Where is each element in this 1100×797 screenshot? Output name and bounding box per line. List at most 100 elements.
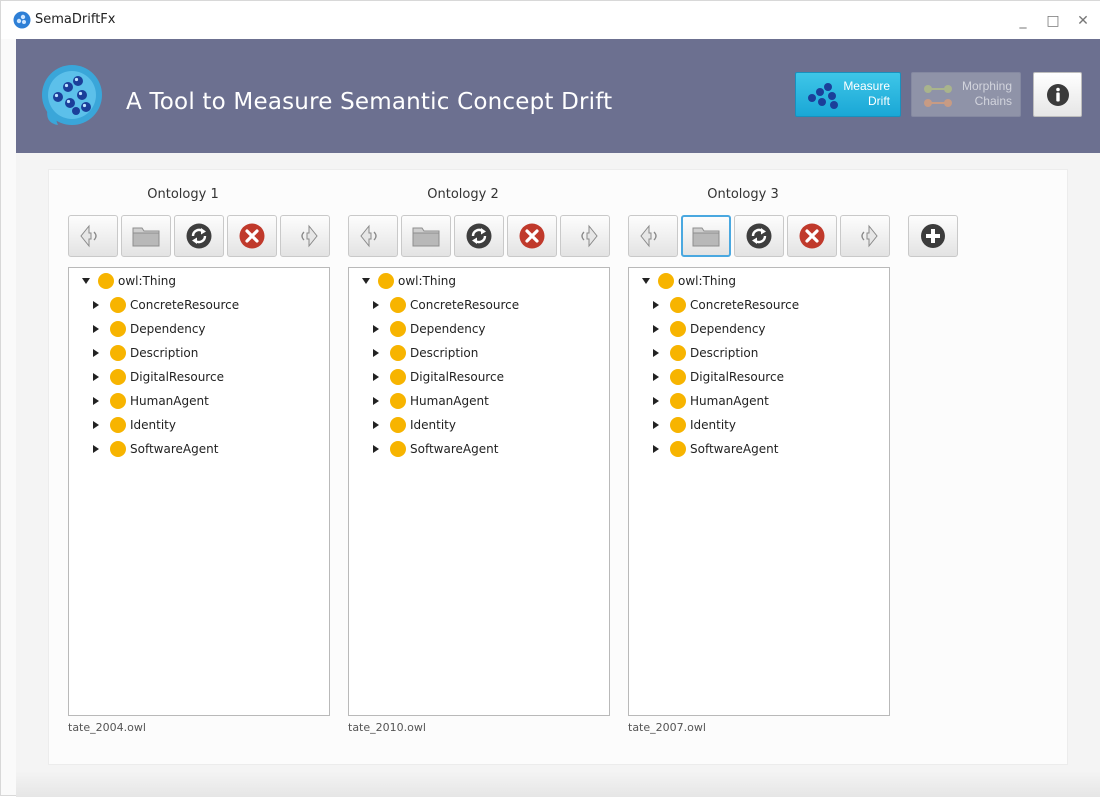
tree-row[interactable]: Identity [349, 415, 609, 435]
tree-row[interactable]: Dependency [69, 319, 329, 339]
tree-row[interactable]: Dependency [629, 319, 889, 339]
expand-arrow-icon[interactable] [373, 445, 379, 453]
remove-ontology-button[interactable] [787, 215, 837, 257]
tree-node-label: HumanAgent [410, 394, 489, 408]
expand-arrow-icon[interactable] [373, 301, 379, 309]
ontology-tree[interactable]: owl:Thing ConcreteResource Dependency De… [348, 267, 610, 716]
tree-node-label: Identity [130, 418, 176, 432]
expand-arrow-icon[interactable] [653, 373, 659, 381]
tree-row[interactable]: DigitalResource [69, 367, 329, 387]
expand-arrow-icon[interactable] [93, 325, 99, 333]
tree-row[interactable]: Dependency [349, 319, 609, 339]
morphing-chains-button[interactable]: Morphing Chains [911, 72, 1021, 117]
class-icon [670, 297, 686, 313]
expand-arrow-icon[interactable] [93, 445, 99, 453]
class-icon [670, 441, 686, 457]
expand-arrow-icon[interactable] [93, 421, 99, 429]
tree-row[interactable]: Description [629, 343, 889, 363]
collapse-arrow-icon[interactable] [362, 278, 370, 284]
close-window-button[interactable]: ✕ [1073, 11, 1093, 31]
class-icon [670, 369, 686, 385]
tree-row[interactable]: ConcreteResource [629, 295, 889, 315]
next-button[interactable] [840, 215, 890, 257]
reload-button[interactable] [454, 215, 504, 257]
next-button[interactable] [280, 215, 330, 257]
maximize-button[interactable]: □ [1043, 11, 1063, 31]
remove-ontology-button[interactable] [507, 215, 557, 257]
expand-arrow-icon[interactable] [373, 373, 379, 381]
minimize-button[interactable]: _ [1013, 11, 1033, 31]
class-icon [110, 345, 126, 361]
tree-row[interactable]: Description [349, 343, 609, 363]
tree-row[interactable]: Description [69, 343, 329, 363]
expand-arrow-icon[interactable] [93, 349, 99, 357]
add-ontology-button[interactable] [908, 215, 958, 257]
expand-arrow-icon[interactable] [653, 397, 659, 405]
ontology-title: Ontology 2 [427, 187, 499, 202]
ontology-file-name: tate_2010.owl [348, 721, 426, 734]
ontology-tree[interactable]: owl:Thing ConcreteResource Dependency De… [628, 267, 890, 716]
expand-arrow-icon[interactable] [373, 421, 379, 429]
expand-arrow-icon[interactable] [653, 445, 659, 453]
collapse-arrow-icon[interactable] [82, 278, 90, 284]
measure-drift-button[interactable]: Measure Drift [795, 72, 901, 117]
tree-row[interactable]: HumanAgent [349, 391, 609, 411]
page-title: A Tool to Measure Semantic Concept Drift [126, 89, 613, 115]
expand-arrow-icon[interactable] [93, 397, 99, 405]
refresh-icon [466, 223, 492, 249]
tree-row[interactable]: DigitalResource [349, 367, 609, 387]
tree-row[interactable]: Identity [629, 415, 889, 435]
refresh-icon [186, 223, 212, 249]
tree-row[interactable]: SoftwareAgent [629, 439, 889, 459]
expand-arrow-icon[interactable] [373, 325, 379, 333]
tree-root-row[interactable]: owl:Thing [629, 271, 889, 291]
previous-button[interactable] [348, 215, 398, 257]
open-file-button[interactable] [121, 215, 171, 257]
open-file-button[interactable] [401, 215, 451, 257]
class-icon [110, 441, 126, 457]
tree-row[interactable]: ConcreteResource [349, 295, 609, 315]
tree-row[interactable]: ConcreteResource [69, 295, 329, 315]
class-icon [98, 273, 114, 289]
class-icon [110, 369, 126, 385]
class-icon [390, 345, 406, 361]
previous-button[interactable] [68, 215, 118, 257]
tree-row[interactable]: SoftwareAgent [69, 439, 329, 459]
expand-arrow-icon[interactable] [373, 349, 379, 357]
expand-arrow-icon[interactable] [653, 301, 659, 309]
reload-button[interactable] [174, 215, 224, 257]
app-icon [13, 11, 31, 29]
tree-row[interactable]: SoftwareAgent [349, 439, 609, 459]
ontology-tree[interactable]: owl:Thing ConcreteResource Dependency De… [68, 267, 330, 716]
tree-row[interactable]: HumanAgent [69, 391, 329, 411]
chain-icon [924, 85, 952, 107]
reload-button[interactable] [734, 215, 784, 257]
collapse-arrow-icon[interactable] [642, 278, 650, 284]
expand-arrow-icon[interactable] [93, 301, 99, 309]
tree-node-label: Description [130, 346, 199, 360]
status-bar [16, 771, 1100, 797]
tree-root-row[interactable]: owl:Thing [349, 271, 609, 291]
remove-icon [519, 223, 545, 249]
info-button[interactable] [1033, 72, 1082, 117]
expand-arrow-icon[interactable] [93, 373, 99, 381]
expand-arrow-icon[interactable] [653, 421, 659, 429]
tree-row[interactable]: HumanAgent [629, 391, 889, 411]
tree-row[interactable]: Identity [69, 415, 329, 435]
expand-arrow-icon[interactable] [373, 397, 379, 405]
tree-node-label: SoftwareAgent [410, 442, 499, 456]
remove-ontology-button[interactable] [227, 215, 277, 257]
folder-icon [132, 227, 160, 247]
expand-arrow-icon[interactable] [653, 349, 659, 357]
tree-row[interactable]: DigitalResource [629, 367, 889, 387]
tree-node-label: ConcreteResource [410, 298, 520, 312]
open-file-button[interactable] [681, 215, 731, 257]
tree-node-label: ConcreteResource [690, 298, 800, 312]
class-icon [670, 321, 686, 337]
morphing-chains-label: Morphing Chains [961, 79, 1012, 108]
tree-root-row[interactable]: owl:Thing [69, 271, 329, 291]
previous-button[interactable] [628, 215, 678, 257]
tree-node-label: Dependency [690, 322, 766, 336]
next-button[interactable] [560, 215, 610, 257]
expand-arrow-icon[interactable] [653, 325, 659, 333]
